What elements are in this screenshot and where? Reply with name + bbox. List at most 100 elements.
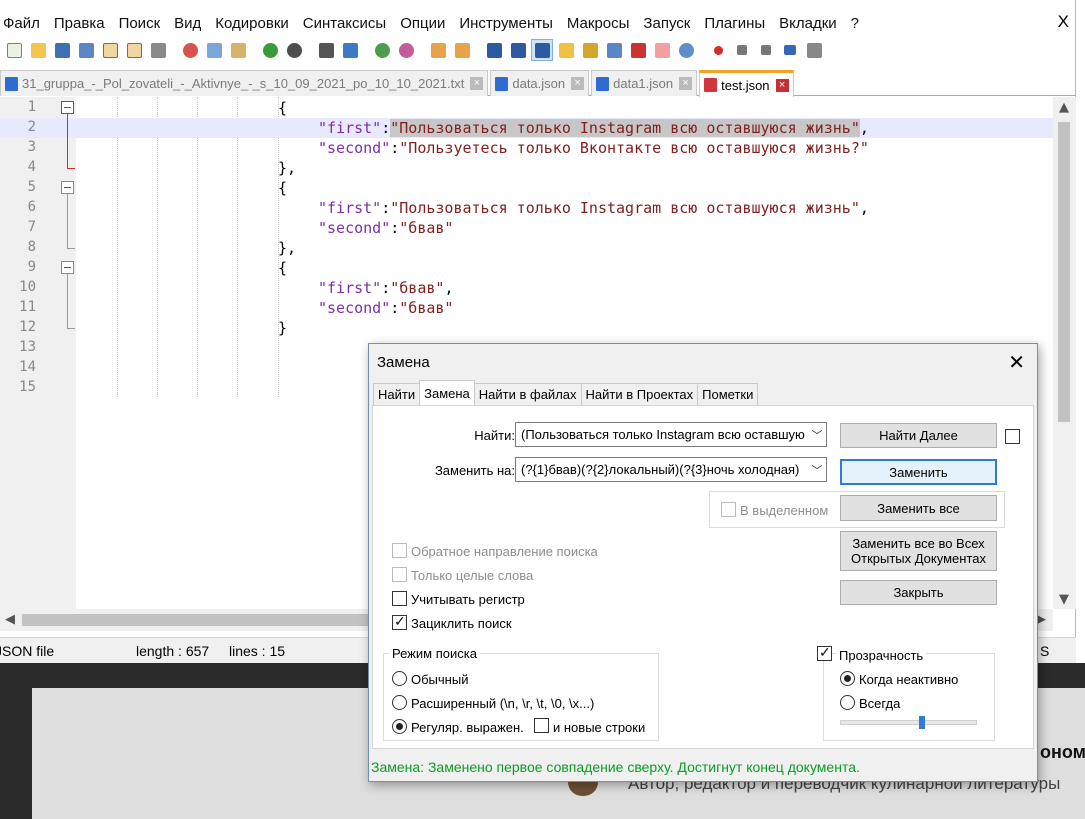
new-file-icon[interactable] [3,39,25,61]
scroll-down-icon[interactable]: ▼ [1059,592,1069,607]
code-line[interactable]: 2 "first":"Пользоваться только Instagram … [0,118,1053,138]
replace-all-open-docs-button[interactable]: Заменить все во Всех Открытых Документах [840,531,997,571]
tab-find[interactable]: Найти [373,383,421,405]
in-selection-checkbox[interactable] [721,502,736,517]
tab-find-in-files[interactable]: Найти в файлах [473,383,582,405]
sync-vertical-icon[interactable] [427,39,449,61]
redo-icon[interactable] [283,39,305,61]
tab-close-icon[interactable]: × [571,77,585,90]
menu-macro[interactable]: Макросы [560,15,637,32]
replace-all-button[interactable]: Заменить все [840,495,997,521]
menu-help[interactable]: ? [844,15,866,32]
tab-close-icon[interactable]: × [679,77,693,90]
zoom-out-icon[interactable] [395,39,417,61]
transparency-slider-thumb[interactable] [919,716,926,729]
word-wrap-icon[interactable] [483,39,505,61]
udl-icon[interactable] [555,39,577,61]
folder-workspace-icon[interactable] [651,39,673,61]
save-macro-icon[interactable] [803,39,825,61]
monitoring-icon[interactable] [675,39,697,61]
chevron-down-icon[interactable]: ﹀ [808,462,826,478]
code-line[interactable]: 11 "second":"бвав" [0,298,1053,318]
indent-guide-icon[interactable] [531,39,553,61]
replace-icon[interactable] [339,39,361,61]
zoom-in-icon[interactable] [371,39,393,61]
tab-close-icon[interactable]: × [470,77,484,90]
code-line[interactable]: 4}, [0,158,1053,178]
doc-map-icon[interactable] [579,39,601,61]
fold-toggle-icon[interactable] [61,181,74,194]
whole-word-checkbox[interactable] [392,567,407,582]
fold-toggle-icon[interactable] [61,101,74,114]
tab-txt-file[interactable]: 31_gruppa_-_Pol_zovateli_-_Aktivnye_-_s_… [0,70,489,96]
open-file-icon[interactable] [27,39,49,61]
fold-toggle-icon[interactable] [61,261,74,274]
mode-extended-radio[interactable] [392,695,407,710]
backward-checkbox[interactable] [392,543,407,558]
replace-button[interactable]: Заменить [840,459,997,485]
menu-settings[interactable]: Опции [393,15,452,32]
code-line[interactable]: 9{ [0,258,1053,278]
tab-test-json[interactable]: test.json × [699,70,794,97]
code-line[interactable]: 8}, [0,238,1053,258]
replace-input[interactable]: (?{1}бвав)(?{2}локальный)(?{3}ночь холод… [515,457,827,482]
regex-newline-checkbox[interactable] [534,718,549,733]
dialog-close-icon[interactable]: ✕ [1008,350,1025,374]
tab-data-json[interactable]: data.json × [490,70,590,96]
code-line[interactable]: 12} [0,318,1053,338]
close-all-icon[interactable] [123,39,145,61]
copy-icon[interactable] [203,39,225,61]
menu-language[interactable]: Синтаксисы [296,15,393,32]
match-case-checkbox[interactable] [392,591,407,606]
chevron-down-icon[interactable]: ﹀ [808,427,826,443]
tab-data1-json[interactable]: data1.json × [591,70,698,96]
mode-regex-radio[interactable] [392,719,407,734]
find-next-toggle-checkbox[interactable] [1005,429,1020,444]
tab-mark[interactable]: Пометки [697,383,759,405]
undo-icon[interactable] [259,39,281,61]
code-line[interactable]: 7 "second":"бвав" [0,218,1053,238]
scroll-left-icon[interactable]: ◀ [5,612,15,627]
paste-icon[interactable] [227,39,249,61]
wrap-around-checkbox[interactable] [392,613,407,630]
vertical-scroll-thumb[interactable] [1058,122,1070,422]
close-document-button[interactable]: X [1058,12,1069,32]
record-macro-icon[interactable] [707,39,729,61]
doc-list-icon[interactable] [603,39,625,61]
code-line[interactable]: 5{ [0,178,1053,198]
tab-find-in-projects[interactable]: Найти в Проектах [580,383,699,405]
play-macro-icon[interactable] [755,39,777,61]
menu-view[interactable]: Вид [167,15,208,32]
menu-file[interactable]: Файл [0,15,47,32]
code-line[interactable]: 6 "first":"Пользоваться только Instagram … [0,198,1053,218]
print-icon[interactable] [147,39,169,61]
save-all-icon[interactable] [75,39,97,61]
code-line[interactable]: 10 "first":"бвав", [0,278,1053,298]
trans-always-radio[interactable] [840,695,855,710]
menu-edit[interactable]: Правка [47,15,112,32]
menu-encoding[interactable]: Кодировки [208,15,295,32]
find-input[interactable]: (Пользоваться только Instagram всю остав… [515,422,827,447]
save-icon[interactable] [51,39,73,61]
code-line[interactable]: 1{ [0,98,1053,118]
stop-macro-icon[interactable] [731,39,753,61]
show-all-chars-icon[interactable] [507,39,529,61]
find-icon[interactable] [315,39,337,61]
sync-horizontal-icon[interactable] [451,39,473,61]
code-line[interactable]: 3 "second":"Пользуетесь только Вконтакте … [0,138,1053,158]
mode-normal-radio[interactable] [392,671,407,686]
menu-search[interactable]: Поиск [112,15,168,32]
menu-tools[interactable]: Инструменты [452,15,560,32]
scroll-up-icon[interactable]: ▲ [1059,100,1069,115]
tab-replace[interactable]: Замена [419,380,475,405]
function-list-icon[interactable] [627,39,649,61]
tab-close-icon[interactable]: × [775,78,789,92]
menu-window[interactable]: Вкладки [772,15,844,32]
transparency-checkbox[interactable] [817,644,832,661]
menu-run[interactable]: Запуск [636,15,697,32]
transparency-slider[interactable] [840,720,977,725]
run-macro-multiple-icon[interactable] [779,39,801,61]
trans-inactive-radio[interactable] [840,671,855,686]
close-button[interactable]: Закрыть [840,580,997,605]
find-next-button[interactable]: Найти Далее [840,423,997,448]
